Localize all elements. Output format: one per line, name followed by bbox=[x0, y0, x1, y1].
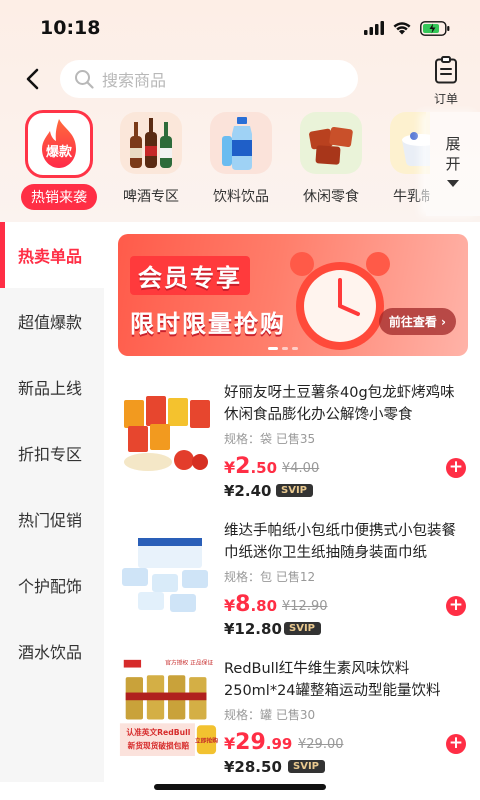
top-header: 搜索商品 订单 bbox=[0, 56, 480, 106]
product-spec: 规格：包 已售12 bbox=[224, 570, 316, 584]
category-snacks[interactable]: 休闲零食 bbox=[286, 108, 376, 206]
product-image-redbull: 官方授权 正品保证 认准英文RedBull 新货现货破损包赔 立即抢购 bbox=[119, 656, 218, 756]
category-badge-text: 爆款 bbox=[46, 144, 73, 160]
product-original-price: ¥29.00 bbox=[298, 737, 344, 752]
sidebar-item-beverages[interactable]: 酒水饮品 bbox=[0, 618, 104, 684]
add-to-cart-button[interactable]: + bbox=[446, 734, 466, 754]
expand-categories-button[interactable]: 展开 bbox=[426, 112, 480, 216]
sidebar-item-label: 酒水饮品 bbox=[18, 643, 83, 662]
product-spec: 规格：袋 已售35 bbox=[224, 432, 316, 446]
wifi-icon bbox=[393, 22, 411, 35]
back-arrow-icon[interactable] bbox=[20, 64, 46, 94]
sidebar: 热卖单品 超值爆款 新品上线 折扣专区 热门促销 个护配饰 酒水饮品 bbox=[0, 222, 104, 782]
order-button[interactable]: 订单 bbox=[426, 56, 466, 107]
sidebar-item-label: 个护配饰 bbox=[18, 577, 83, 596]
svg-text:立即抢购: 立即抢购 bbox=[195, 737, 218, 745]
sidebar-item-hot-items[interactable]: 热卖单品 bbox=[0, 222, 104, 288]
sidebar-item-discounts[interactable]: 折扣专区 bbox=[0, 420, 104, 486]
clipboard-icon bbox=[435, 56, 457, 84]
svg-text:新货现货破损包赔: 新货现货破损包赔 bbox=[128, 740, 190, 750]
add-to-cart-button[interactable]: + bbox=[446, 458, 466, 478]
banner-cta-button[interactable]: 前往查看 › bbox=[378, 308, 456, 335]
sidebar-item-label: 超值爆款 bbox=[18, 313, 83, 332]
svg-text:认准英文RedBull: 认准英文RedBull bbox=[126, 727, 190, 737]
caret-down-icon bbox=[447, 180, 459, 187]
home-indicator[interactable] bbox=[154, 784, 326, 790]
banner-pagination bbox=[268, 347, 298, 350]
svip-badge: SVIP bbox=[276, 484, 313, 497]
category-strip: 爆款 热销来袭 啤酒专区 饮料饮品 休闲零食 牛乳 bbox=[0, 108, 430, 216]
category-label: 休闲零食 bbox=[303, 189, 359, 205]
product-title: RedBull红牛维生素风味饮料250ml*24罐整箱运动型能量饮料 bbox=[224, 661, 441, 699]
category-hot-thumb: 爆款 bbox=[25, 110, 93, 178]
product-svip-price: ¥12.80 bbox=[224, 620, 282, 638]
signal-icon bbox=[364, 21, 384, 35]
category-label: 牛乳制品 bbox=[393, 189, 430, 205]
promo-banner[interactable]: 会员专享 限时限量抢购 前往查看 › bbox=[118, 234, 468, 356]
svip-badge: SVIP bbox=[288, 760, 325, 773]
sidebar-item-label: 热卖单品 bbox=[18, 247, 83, 266]
category-dairy[interactable]: 牛乳制品 bbox=[376, 108, 430, 206]
search-icon bbox=[75, 70, 94, 89]
product-title: 好丽友呀土豆薯条40g包龙虾烤鸡味休闲食品膨化办公解馋小零食 bbox=[224, 385, 455, 423]
sidebar-item-personal-care[interactable]: 个护配饰 bbox=[0, 552, 104, 618]
product-image-chips bbox=[124, 396, 210, 471]
product-card[interactable]: 好丽友呀土豆薯条40g包龙虾烤鸡味休闲食品膨化办公解馋小零食 规格：袋 已售35… bbox=[104, 372, 480, 510]
product-original-price: ¥12.90 bbox=[282, 599, 328, 614]
sidebar-item-label: 新品上线 bbox=[18, 379, 83, 398]
product-title: 维达手帕纸小包纸巾便携式小包装餐巾纸迷你卫生纸抽随身装面巾纸 bbox=[224, 523, 456, 561]
order-label: 订单 bbox=[433, 92, 458, 106]
product-card[interactable]: 维达手帕纸小包纸巾便携式小包装餐巾纸迷你卫生纸抽随身装面巾纸 规格：包 已售12… bbox=[104, 510, 480, 648]
sidebar-item-promotions[interactable]: 热门促销 bbox=[0, 486, 104, 552]
water-bottle-image bbox=[210, 112, 272, 174]
sidebar-item-new-arrivals[interactable]: 新品上线 bbox=[0, 354, 104, 420]
product-price: ¥2.50 bbox=[224, 454, 278, 479]
sidebar-item-label: 折扣专区 bbox=[18, 445, 83, 464]
category-label: 饮料饮品 bbox=[213, 189, 269, 205]
sidebar-item-value-deals[interactable]: 超值爆款 bbox=[0, 288, 104, 354]
beer-bottles-image bbox=[120, 112, 182, 174]
battery-icon bbox=[420, 20, 450, 36]
svg-text:官方授权 正品保证: 官方授权 正品保证 bbox=[165, 659, 213, 667]
alarm-clock-icon bbox=[290, 252, 390, 350]
status-time: 10:18 bbox=[40, 17, 101, 39]
flame-badge-icon: 爆款 bbox=[42, 119, 76, 168]
product-price: ¥8.80 bbox=[224, 592, 278, 617]
product-image-tissues bbox=[122, 538, 208, 612]
search-bar[interactable]: 搜索商品 bbox=[60, 60, 358, 98]
status-bar: 10:18 bbox=[0, 0, 480, 56]
product-spec: 规格：罐 已售30 bbox=[224, 708, 316, 722]
expand-label: 展开 bbox=[445, 135, 461, 173]
category-drinks[interactable]: 饮料饮品 bbox=[196, 108, 286, 206]
product-card[interactable]: 官方授权 正品保证 认准英文RedBull 新货现货破损包赔 立即抢购 RedB… bbox=[104, 648, 480, 786]
product-svip-price: ¥28.50 bbox=[224, 758, 282, 776]
category-label: 啤酒专区 bbox=[123, 189, 179, 205]
category-label: 热销来袭 bbox=[21, 184, 97, 210]
product-original-price: ¥4.00 bbox=[282, 461, 320, 476]
search-placeholder: 搜索商品 bbox=[102, 71, 167, 90]
banner-line-1: 会员专享 bbox=[130, 256, 250, 295]
category-hot[interactable]: 爆款 热销来袭 bbox=[14, 108, 104, 210]
yogurt-image bbox=[390, 112, 430, 174]
category-beer[interactable]: 啤酒专区 bbox=[106, 108, 196, 206]
sidebar-item-label: 热门促销 bbox=[18, 511, 83, 530]
snack-image bbox=[300, 112, 362, 174]
add-to-cart-button[interactable]: + bbox=[446, 596, 466, 616]
product-price: ¥29.99 bbox=[224, 730, 293, 755]
banner-line-2: 限时限量抢购 bbox=[130, 310, 286, 338]
product-svip-price: ¥2.40 bbox=[224, 482, 272, 500]
status-icons bbox=[364, 20, 450, 36]
svip-badge: SVIP bbox=[284, 622, 321, 635]
